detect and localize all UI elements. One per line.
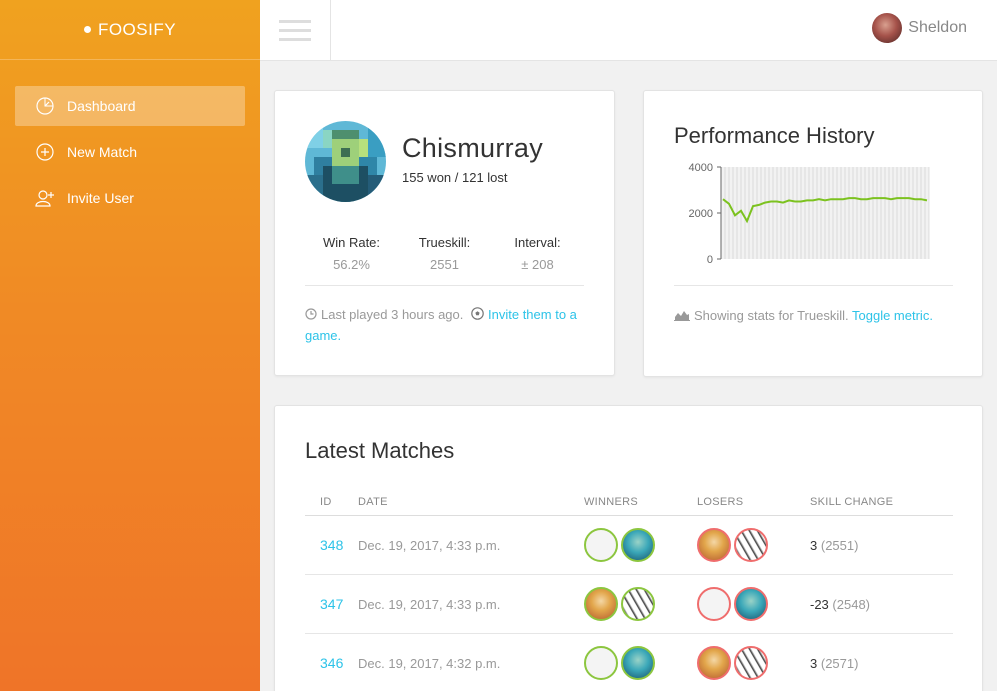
soccer-ball-icon	[471, 306, 484, 326]
skill-total: (2548)	[832, 596, 870, 612]
table-row: 348 Dec. 19, 2017, 4:33 p.m. 3 (2551)	[305, 516, 953, 575]
winners-avatars	[584, 528, 697, 562]
winner-avatar[interactable]	[584, 528, 618, 562]
stat-interval: Interval: ± 208	[491, 235, 584, 272]
performance-chart: 4000 2000 0	[689, 162, 930, 266]
loser-avatar[interactable]	[734, 646, 768, 680]
clock-icon	[305, 306, 317, 326]
column-header-winners: WINNERS	[584, 495, 639, 508]
winner-avatar[interactable]	[584, 587, 618, 621]
divider	[305, 285, 584, 286]
sidebar-item-label: New Match	[67, 144, 138, 160]
stat-label: Win Rate:	[322, 235, 381, 250]
y-tick-label: 0	[707, 254, 713, 266]
profile-footer: Last played 3 hours ago. Invite them to …	[305, 305, 590, 346]
loser-avatar[interactable]	[734, 528, 768, 562]
match-date: Dec. 19, 2017, 4:33 p.m.	[358, 596, 501, 612]
column-header-id: ID	[320, 495, 332, 508]
last-played-text: Last played 3 hours ago.	[321, 307, 464, 322]
stat-label: Trueskill:	[418, 235, 471, 250]
dashboard-gauge-icon	[35, 96, 55, 116]
brand-dot-icon	[83, 26, 91, 33]
matches-table: ID DATE WINNERS LOSERS SKILL CHANGE 348 …	[305, 488, 953, 691]
showing-stats-text: Showing stats for Trueskill.	[694, 308, 849, 323]
stat-trueskill: Trueskill: 2551	[398, 235, 491, 272]
skill-change: 3 (2571)	[810, 656, 953, 671]
player-avatar	[305, 121, 386, 202]
stat-value: 2551	[430, 257, 459, 272]
user-name: Sheldon	[908, 19, 967, 36]
match-id-link[interactable]: 346	[305, 655, 358, 671]
stat-value: ± 208	[521, 257, 554, 272]
sidebar-nav: Dashboard New Match Invite User	[0, 60, 260, 218]
user-menu[interactable]: Sheldon	[872, 13, 967, 43]
skill-change: -23 (2548)	[810, 597, 953, 612]
losers-avatars	[697, 528, 810, 562]
table-header: ID DATE WINNERS LOSERS SKILL CHANGE	[305, 488, 953, 516]
area-chart-icon	[674, 307, 690, 327]
performance-footer: Showing stats for Trueskill. Toggle metr…	[674, 306, 964, 327]
plus-circle-icon	[35, 142, 55, 162]
hamburger-menu-button[interactable]	[260, 0, 331, 60]
skill-delta: -23	[810, 596, 829, 612]
divider	[674, 285, 953, 286]
player-name: Chismurray	[402, 133, 544, 163]
column-header-date: DATE	[358, 495, 388, 508]
latest-matches-card: Latest Matches ID DATE WINNERS LOSERS SK…	[274, 405, 983, 691]
skill-total: (2571)	[820, 655, 859, 671]
hamburger-icon	[279, 28, 311, 32]
player-stats: Win Rate: 56.2% Trueskill: 2551 Interval…	[305, 235, 584, 272]
winner-avatar[interactable]	[621, 587, 655, 621]
toggle-metric-link[interactable]: Toggle metric.	[852, 308, 933, 323]
sidebar-item-label: Invite User	[67, 190, 134, 206]
table-row: 346 Dec. 19, 2017, 4:32 p.m. 3 (2571)	[305, 634, 953, 691]
match-date: Dec. 19, 2017, 4:32 p.m.	[358, 655, 501, 671]
table-row: 347 Dec. 19, 2017, 4:33 p.m. -23 (2548)	[305, 575, 953, 634]
losers-avatars	[697, 646, 810, 680]
top-bar: Sheldon	[260, 0, 997, 61]
hamburger-icon	[279, 37, 311, 41]
matches-title: Latest Matches	[305, 438, 455, 463]
brand-logo[interactable]: FOOSIFY	[0, 0, 260, 60]
column-header-losers: LOSERS	[697, 495, 744, 508]
match-date: Dec. 19, 2017, 4:33 p.m.	[358, 537, 501, 553]
sidebar: FOOSIFY Dashboard New Match Invite User	[0, 0, 260, 691]
sidebar-item-new-match[interactable]: New Match	[15, 132, 245, 172]
winner-avatar[interactable]	[621, 528, 655, 562]
winners-avatars	[584, 646, 697, 680]
y-tick-label: 2000	[689, 208, 713, 220]
column-header-skill-change: SKILL CHANGE	[810, 495, 894, 508]
hamburger-icon	[279, 19, 311, 23]
winner-avatar[interactable]	[621, 646, 655, 680]
losers-avatars	[697, 587, 810, 621]
sidebar-item-invite-user[interactable]: Invite User	[15, 178, 245, 218]
player-record: 155 won / 121 lost	[402, 170, 508, 185]
winner-avatar[interactable]	[584, 646, 618, 680]
loser-avatar[interactable]	[697, 646, 731, 680]
sidebar-item-dashboard[interactable]: Dashboard	[15, 86, 245, 126]
match-id-link[interactable]: 347	[305, 596, 358, 612]
stat-value: 56.2%	[333, 257, 370, 272]
match-id-link[interactable]: 348	[305, 537, 358, 553]
skill-delta: 3	[810, 537, 818, 553]
winners-avatars	[584, 587, 697, 621]
loser-avatar[interactable]	[697, 528, 731, 562]
loser-avatar[interactable]	[734, 587, 768, 621]
skill-delta: 3	[810, 655, 818, 671]
skill-change: 3 (2551)	[810, 538, 953, 553]
stat-win-rate: Win Rate: 56.2%	[305, 235, 398, 272]
stat-label: Interval:	[514, 235, 561, 250]
sidebar-item-label: Dashboard	[67, 98, 136, 114]
loser-avatar[interactable]	[697, 587, 731, 621]
player-profile-card: Chismurray 155 won / 121 lost Win Rate: …	[274, 90, 615, 376]
performance-history-card: Performance History 4000 2000 0 Showing st…	[643, 90, 983, 377]
y-tick-label: 4000	[689, 162, 713, 174]
user-avatar	[872, 13, 903, 43]
performance-title: Performance History	[674, 123, 875, 148]
skill-total: (2551)	[820, 537, 859, 553]
add-user-icon	[35, 188, 55, 208]
brand-name: FOOSIFY	[97, 19, 177, 39]
